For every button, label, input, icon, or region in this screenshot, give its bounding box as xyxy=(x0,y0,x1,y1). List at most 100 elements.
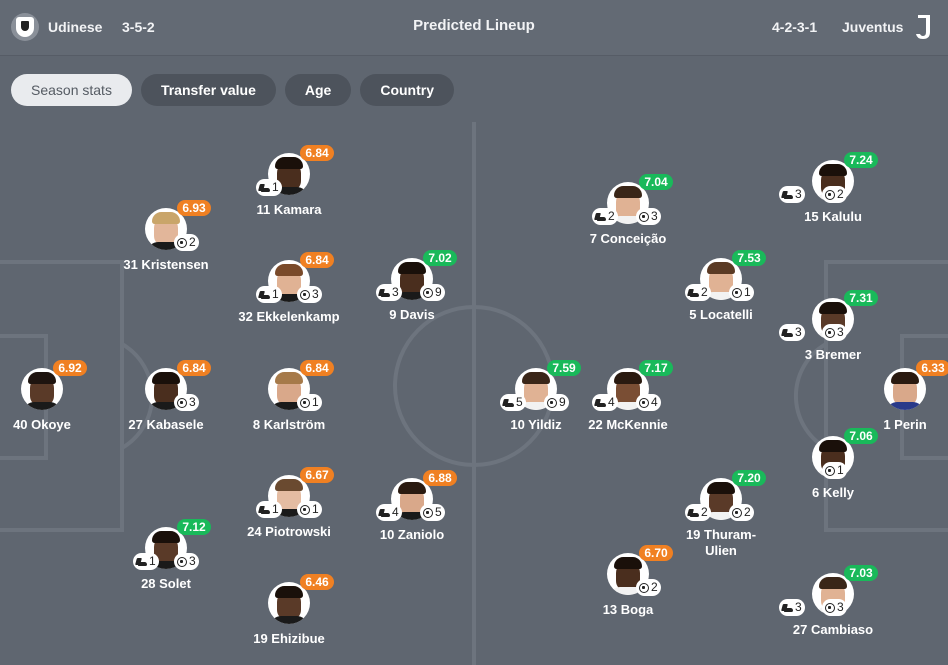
filter-transfer-value[interactable]: Transfer value xyxy=(140,74,276,106)
filter-season-stats[interactable]: Season stats xyxy=(11,74,132,106)
ball-icon xyxy=(732,287,742,298)
player-name: 3 Bremer xyxy=(804,347,862,362)
player-card-cambiaso[interactable]: 7.03 3 3 27 Cambiaso xyxy=(753,565,913,665)
lineup-header: Udinese 3-5-2 Predicted Lineup 4-2-3-1 J… xyxy=(0,0,948,56)
juventus-j-logo-icon[interactable] xyxy=(910,13,938,41)
player-name: 1 Perin xyxy=(883,417,927,432)
player-rating: 6.33 xyxy=(916,360,948,376)
pitch: 6.92 40 Okoye 6.93 2 31 Kristensen 6.84 … xyxy=(0,122,948,665)
ball-icon xyxy=(300,397,310,408)
assists-stat: 1 xyxy=(256,179,282,196)
boot-icon xyxy=(782,191,793,199)
ball-icon xyxy=(825,189,835,200)
boot-icon xyxy=(259,291,270,299)
player-name: 9 Davis xyxy=(389,307,435,322)
player-name: 13 Boga xyxy=(602,602,654,617)
goals-stat: 4 xyxy=(636,394,661,411)
goals-stat: 9 xyxy=(420,284,445,301)
player-rating: 7.12 xyxy=(177,519,211,535)
assists-stat: 3 xyxy=(779,599,805,616)
boot-icon xyxy=(595,399,606,407)
boot-icon xyxy=(688,509,699,517)
assists-stat: 2 xyxy=(685,284,711,301)
away-team-name[interactable]: Juventus xyxy=(842,18,903,36)
goals-stat: 3 xyxy=(297,286,322,303)
player-rating: 7.03 xyxy=(844,565,878,581)
assists-stat: 2 xyxy=(592,208,618,225)
assists-stat: 2 xyxy=(685,504,711,521)
boot-icon xyxy=(595,213,606,221)
player-rating: 7.31 xyxy=(844,290,878,306)
boot-icon xyxy=(782,329,793,337)
goals-stat: 2 xyxy=(822,186,847,203)
boot-icon xyxy=(379,289,390,297)
assists-stat: 3 xyxy=(376,284,402,301)
goals-stat: 1 xyxy=(729,284,754,301)
ball-icon xyxy=(732,507,742,518)
player-name: 11 Kamara xyxy=(256,202,322,217)
goals-stat: 2 xyxy=(636,579,661,596)
stats-filter-tabs: Season stats Transfer value Age Country xyxy=(11,74,454,106)
player-rating: 6.84 xyxy=(177,360,211,376)
goals-stat: 3 xyxy=(174,394,199,411)
player-card-mckennie[interactable]: 7.17 4 4 22 McKennie xyxy=(548,360,708,468)
player-rating: 7.04 xyxy=(639,174,673,190)
assists-stat: 1 xyxy=(256,286,282,303)
ball-icon xyxy=(177,237,187,248)
ball-icon xyxy=(300,289,310,300)
assists-stat: 4 xyxy=(376,504,402,521)
player-rating: 7.17 xyxy=(639,360,673,376)
goals-stat: 5 xyxy=(420,504,445,521)
boot-icon xyxy=(782,604,793,612)
away-formation: 4-2-3-1 xyxy=(772,19,818,35)
player-rating: 6.93 xyxy=(177,200,211,216)
player-card-perin[interactable]: 6.33 1 Perin xyxy=(825,360,948,468)
goals-stat: 3 xyxy=(174,553,199,570)
ball-icon xyxy=(423,287,433,298)
goals-stat: 3 xyxy=(822,324,847,341)
assists-stat: 3 xyxy=(779,324,805,341)
player-name: 10 Zaniolo xyxy=(379,527,445,542)
boot-icon xyxy=(136,558,147,566)
goals-stat: 2 xyxy=(729,504,754,521)
player-name: 27 Cambiaso xyxy=(792,622,874,637)
goals-stat: 1 xyxy=(297,394,322,411)
boot-icon xyxy=(688,289,699,297)
filter-age[interactable]: Age xyxy=(284,74,352,106)
player-name: 22 McKennie xyxy=(588,417,668,432)
player-card-kamara[interactable]: 6.84 1 11 Kamara xyxy=(209,145,369,253)
goals-stat: 3 xyxy=(636,208,661,225)
boot-icon xyxy=(259,184,270,192)
assists-stat: 4 xyxy=(592,394,618,411)
boot-icon xyxy=(379,509,390,517)
player-card-karlstrom[interactable]: 6.84 1 8 Karlström xyxy=(209,360,369,468)
player-name: 19 Thuram-Ulien xyxy=(685,527,757,558)
player-rating: 6.46 xyxy=(300,574,334,590)
goals-stat: 1 xyxy=(297,501,322,518)
player-name: 8 Karlström xyxy=(252,417,326,432)
ball-icon xyxy=(825,327,835,338)
ball-icon xyxy=(825,602,835,613)
ball-icon xyxy=(177,397,187,408)
ball-icon xyxy=(639,211,649,222)
goals-stat: 3 xyxy=(822,599,847,616)
assists-stat: 1 xyxy=(256,501,282,518)
player-card-davis[interactable]: 7.02 3 9 9 Davis xyxy=(332,250,492,358)
player-card-ehizibue[interactable]: 6.46 19 Ehizibue xyxy=(209,574,369,665)
goals-stat: 2 xyxy=(174,234,199,251)
filter-country[interactable]: Country xyxy=(360,74,454,106)
player-name: 15 Kalulu xyxy=(804,209,862,224)
ball-icon xyxy=(300,504,310,515)
player-rating: 7.02 xyxy=(423,250,457,266)
player-rating: 6.88 xyxy=(423,470,457,486)
player-name: 6 Kelly xyxy=(812,485,854,500)
ball-icon xyxy=(639,582,649,593)
player-name: 7 Conceição xyxy=(589,231,667,246)
player-rating: 7.24 xyxy=(844,152,878,168)
player-card-kalulu[interactable]: 7.24 3 2 15 Kalulu xyxy=(753,152,913,260)
player-card-zaniolo[interactable]: 6.88 4 5 10 Zaniolo xyxy=(332,470,492,578)
player-rating: 6.84 xyxy=(300,252,334,268)
ball-icon xyxy=(639,397,649,408)
ball-icon xyxy=(423,507,433,518)
ball-icon xyxy=(177,556,187,567)
